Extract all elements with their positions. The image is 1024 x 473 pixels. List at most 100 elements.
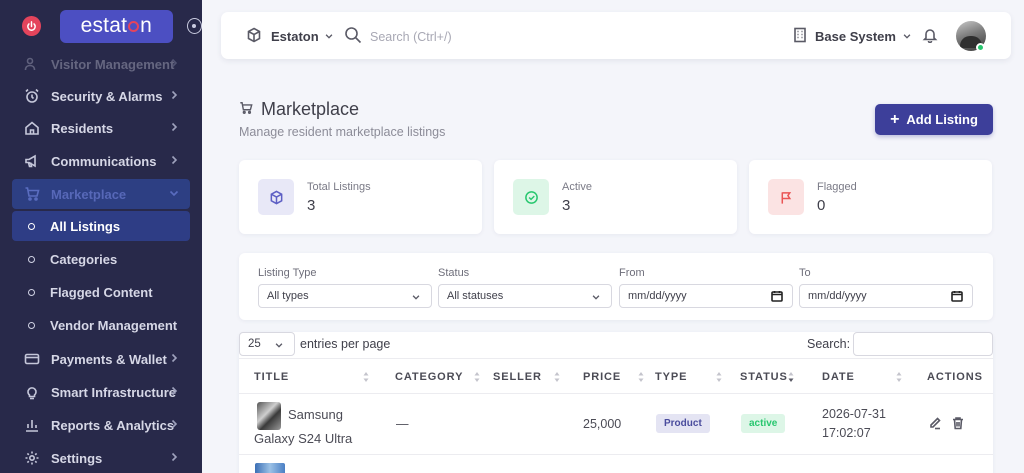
cart-icon [24, 186, 40, 202]
stat-label: Flagged [817, 181, 857, 193]
system-switcher[interactable]: Base System [792, 27, 912, 46]
add-listing-button[interactable]: + Add Listing [875, 104, 993, 135]
sidebar-subitem-vendor-management[interactable]: Vendor Management [12, 310, 190, 340]
top-navbar: Estaton Search (Ctrl+/) Base System [221, 12, 1011, 59]
sidebar-item-smart-infrastructure[interactable]: Smart Infrastructure [12, 377, 190, 407]
calendar-icon[interactable] [951, 290, 963, 305]
listing-time: 17:02:07 [822, 426, 871, 440]
table-search-label: Search: [807, 337, 851, 351]
page-subtitle: Manage resident marketplace listings [239, 125, 446, 139]
chevron-right-icon [168, 451, 180, 463]
sidebar-subitem-label: Categories [50, 251, 118, 267]
bullet-icon [28, 222, 35, 230]
status-label: Status [438, 267, 470, 279]
sidebar-item-security-alarms[interactable]: Security & Alarms [12, 81, 190, 111]
listing-type-label: Listing Type [258, 267, 317, 279]
sort-icon[interactable] [553, 370, 561, 382]
sidebar-subitem-categories[interactable]: Categories [12, 244, 190, 274]
sort-icon[interactable] [715, 370, 723, 382]
filters-panel: Listing Type All types Status All status… [239, 253, 993, 320]
cart-icon [239, 99, 261, 120]
brand-logo[interactable]: estat n [59, 9, 173, 43]
from-date-label: From [619, 267, 645, 279]
listing-title-line1: Samsung [288, 407, 343, 422]
type-badge: Product [656, 414, 710, 433]
sort-desc-icon[interactable] [787, 370, 795, 382]
sidebar-item-marketplace[interactable]: Marketplace [12, 179, 190, 209]
sidebar-subitem-flagged-content[interactable]: Flagged Content [12, 277, 190, 307]
sort-icon[interactable] [362, 370, 370, 382]
trash-icon[interactable] [951, 416, 965, 430]
sidebar-item-label: Communications [51, 153, 157, 169]
logo-dot-icon [128, 20, 140, 32]
chevron-down-icon [274, 340, 284, 353]
table-row[interactable]: Samsung Galaxy S24 Ultra — 25,000 Produc… [239, 394, 993, 455]
search-icon [344, 26, 362, 47]
sidebar-item-payments-wallet[interactable]: Payments & Wallet [12, 344, 190, 374]
plus-icon: + [890, 110, 900, 128]
listing-thumbnail [257, 402, 281, 430]
from-date-placeholder: mm/dd/yyyy [628, 290, 687, 302]
sidebar-toggle-icon[interactable] [186, 18, 202, 34]
sort-icon[interactable] [895, 370, 903, 382]
sidebar-item-communications[interactable]: Communications [12, 146, 190, 176]
sidebar-item-label: Settings [51, 450, 103, 466]
chevron-down-icon [902, 29, 912, 44]
column-header-status[interactable]: STATUS [740, 371, 788, 383]
sidebar-item-visitor-management[interactable]: Visitor Management [12, 49, 190, 79]
column-header-title[interactable]: TITLE [254, 371, 289, 383]
listing-category: — [396, 417, 409, 431]
online-status-indicator [976, 43, 985, 52]
global-search[interactable]: Search (Ctrl+/) [344, 26, 452, 47]
search-placeholder: Search (Ctrl+/) [370, 29, 452, 44]
building-icon [792, 27, 808, 46]
flag-icon [768, 179, 804, 215]
cube-icon [246, 27, 262, 46]
to-date-input[interactable]: mm/dd/yyyy [799, 284, 973, 308]
column-header-date[interactable]: DATE [822, 371, 855, 383]
stat-label: Total Listings [307, 181, 371, 193]
chevron-down-icon [591, 292, 601, 305]
page-length-value: 25 [248, 338, 261, 350]
listing-type-select[interactable]: All types [258, 284, 432, 308]
power-icon[interactable] [22, 16, 41, 36]
add-listing-label: Add Listing [906, 112, 978, 127]
stat-value: 3 [562, 197, 571, 214]
sidebar-item-label: Reports & Analytics [51, 417, 175, 433]
logo-text-right: n [140, 14, 152, 37]
sort-icon[interactable] [637, 370, 645, 382]
edit-icon[interactable] [928, 416, 942, 430]
bullet-icon [28, 255, 35, 263]
sidebar-subitem-all-listings[interactable]: All Listings [12, 211, 190, 241]
chevron-right-icon [168, 385, 180, 397]
sidebar-header: estat n [0, 0, 202, 52]
calendar-icon[interactable] [771, 290, 783, 305]
sidebar-subitem-label: Vendor Management [50, 317, 178, 333]
sidebar: estat n Visitor Management Security & Ala… [0, 0, 202, 473]
from-date-input[interactable]: mm/dd/yyyy [619, 284, 793, 308]
table-header: TITLE CATEGORY SELLER PRICE TYPE STATUS … [239, 358, 993, 394]
table-search-input[interactable] [853, 332, 993, 356]
column-header-type[interactable]: TYPE [655, 371, 687, 383]
stat-card-total-listings: Total Listings 3 [239, 160, 482, 234]
bullet-icon [28, 321, 35, 329]
column-header-seller[interactable]: SELLER [493, 371, 542, 383]
sort-icon[interactable] [473, 370, 481, 382]
column-header-price[interactable]: PRICE [583, 371, 621, 383]
sidebar-item-settings[interactable]: Settings [12, 443, 190, 473]
estate-name: Estaton [271, 29, 319, 44]
chevron-down-icon [324, 29, 334, 44]
sidebar-item-reports-analytics[interactable]: Reports & Analytics [12, 410, 190, 440]
sidebar-item-label: Security & Alarms [51, 88, 163, 104]
sidebar-item-label: Smart Infrastructure [51, 384, 176, 400]
page-length-select[interactable]: 25 [239, 332, 295, 356]
notifications-button[interactable] [922, 27, 938, 46]
status-value: All statuses [447, 290, 504, 302]
estate-switcher[interactable]: Estaton [246, 27, 334, 46]
megaphone-icon [24, 153, 40, 169]
bulb-icon [24, 384, 40, 400]
column-header-category[interactable]: CATEGORY [395, 371, 463, 383]
sidebar-item-residents[interactable]: Residents [12, 113, 190, 143]
sidebar-subitem-label: Flagged Content [50, 284, 153, 300]
status-select[interactable]: All statuses [438, 284, 612, 308]
